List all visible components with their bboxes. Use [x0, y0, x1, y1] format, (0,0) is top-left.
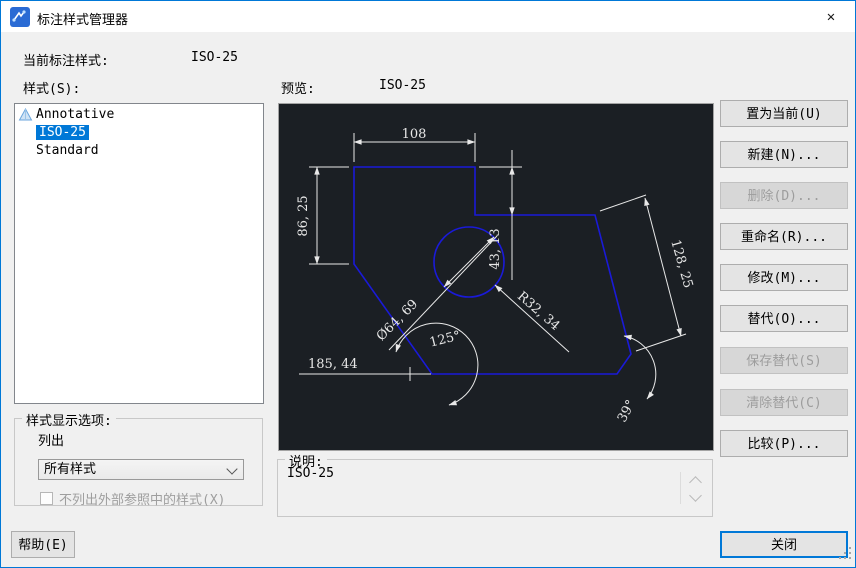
titlebar: 标注样式管理器 ✕	[1, 1, 855, 32]
dimension-preview-drawing: 108 86, 25 43, 13 128, 25 Ø64, 69 R32, 3…	[296, 127, 695, 425]
preview-dimension-texts: 108 86, 25 43, 13 128, 25 Ø64, 69 R32, 3…	[296, 127, 695, 425]
set-current-button[interactable]: 置为当前(U)	[720, 100, 848, 127]
style-list: Annotative ISO-25 Standard	[14, 103, 264, 404]
styles-label: 样式(S):	[23, 82, 81, 97]
delete-button: 删除(D)...	[720, 182, 848, 209]
rename-button[interactable]: 重命名(R)...	[720, 223, 848, 250]
hide-xref-styles-row: 不列出外部参照中的样式(X)	[40, 489, 225, 508]
list-filter-combobox-value: 所有样式	[44, 462, 97, 477]
dim-bottom-length: 185, 44	[308, 357, 358, 372]
dim-angle-right: 39°	[615, 398, 639, 425]
dim-diameter: Ø64, 69	[374, 297, 421, 344]
list-filter-label: 列出	[38, 434, 65, 449]
list-item-standard[interactable]: Standard	[15, 142, 263, 160]
list-item-iso25[interactable]: ISO-25	[15, 124, 263, 142]
clear-override-button: 清除替代(C)	[720, 389, 848, 416]
list-item-annotative[interactable]: Annotative	[15, 106, 263, 124]
description-group: 说明: ISO-25	[277, 451, 713, 517]
window-title: 标注样式管理器	[37, 13, 129, 28]
dim-left-height: 86, 25	[296, 195, 311, 236]
style-display-options-label: 样式显示选项:	[22, 410, 116, 429]
annotative-icon	[18, 107, 33, 122]
list-item-label: Standard	[36, 143, 99, 158]
dim-top-width: 108	[402, 127, 427, 142]
compare-button[interactable]: 比较(P)...	[720, 430, 848, 457]
list-filter-combobox[interactable]: 所有样式	[38, 459, 244, 480]
dim-right-length: 128, 25	[667, 238, 695, 290]
hide-xref-styles-label: 不列出外部参照中的样式(X)	[59, 493, 226, 508]
save-override-button: 保存替代(S)	[720, 347, 848, 374]
dim-step-height: 43, 13	[488, 228, 503, 269]
current-style-label: 当前标注样式:	[23, 54, 109, 69]
list-item-label: Annotative	[36, 107, 115, 122]
list-item-label-selected: ISO-25	[36, 125, 89, 140]
override-button[interactable]: 替代(O)...	[720, 305, 848, 332]
help-button[interactable]: 帮助(E)	[11, 531, 75, 558]
dimension-style-manager-dialog: 标注样式管理器 ✕ 当前标注样式: ISO-25 样式(S): 预览: ISO-…	[0, 0, 856, 568]
scroll-up-icon[interactable]	[689, 476, 702, 489]
close-button[interactable]: 关闭	[720, 531, 848, 558]
description-text: ISO-25	[287, 466, 334, 481]
app-icon	[10, 7, 30, 27]
preview-style-value: ISO-25	[379, 78, 426, 93]
dim-angle-left: 125°	[428, 329, 462, 351]
style-preview-canvas: 108 86, 25 43, 13 128, 25 Ø64, 69 R32, 3…	[278, 103, 714, 451]
hide-xref-styles-checkbox	[40, 492, 53, 505]
chevron-down-icon	[226, 463, 238, 475]
style-display-options-group: 样式显示选项: 列出 所有样式 不列出外部参照中的样式(X)	[14, 410, 263, 508]
current-style-value: ISO-25	[191, 50, 238, 65]
modify-button[interactable]: 修改(M)...	[720, 264, 848, 291]
dim-radius: R32, 34	[514, 289, 562, 334]
description-scroll-divider	[680, 472, 681, 504]
resize-grip[interactable]	[839, 546, 853, 565]
close-icon[interactable]: ✕	[808, 2, 854, 31]
preview-label: 预览:	[281, 82, 315, 97]
new-button[interactable]: 新建(N)...	[720, 141, 848, 168]
scroll-down-icon[interactable]	[689, 489, 702, 502]
